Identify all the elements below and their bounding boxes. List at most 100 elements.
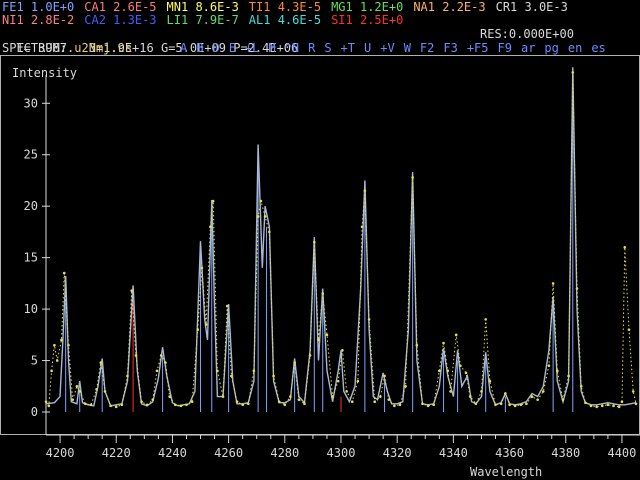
- observed-data-point: [536, 398, 539, 401]
- observed-data-point: [360, 225, 364, 229]
- observed-data-point: [53, 343, 56, 347]
- command-t[interactable]: +T: [341, 41, 355, 55]
- observed-data-point: [168, 395, 171, 398]
- observed-data-point: [474, 402, 478, 406]
- command-m[interactable]: M: [268, 41, 275, 55]
- element-abundance: 1.3E-3: [105, 13, 157, 27]
- observed-data-point: [221, 395, 225, 398]
- command-b[interactable]: B: [196, 41, 203, 55]
- observed-data-point: [120, 403, 124, 407]
- observed-data-point: [393, 404, 396, 408]
- observed-data-point: [415, 343, 419, 347]
- observed-data-point: [130, 289, 133, 292]
- element-abundance: 7.9E-7: [188, 13, 239, 27]
- element-abundance: 2.8E-2: [23, 13, 75, 27]
- observed-data-point: [173, 403, 177, 407]
- observed-data-point: [225, 304, 229, 308]
- observed-data-point: [256, 215, 260, 218]
- y-tick-label: 30: [24, 96, 38, 110]
- observed-data-point: [432, 403, 436, 407]
- element-abundance: 4.6E-5: [270, 13, 322, 27]
- element-al1: AL1 4.6E-5: [249, 13, 321, 27]
- command-u[interactable]: U: [364, 41, 371, 55]
- observed-data-point: [387, 398, 391, 401]
- x-axis-label: Wavelength: [470, 465, 542, 479]
- element-name: CA2: [84, 13, 106, 27]
- element-ca1: CA1 2.6E-5: [84, 0, 156, 14]
- observed-data-point: [303, 402, 306, 406]
- element-name: MN1: [166, 0, 189, 14]
- observed-data-point: [551, 282, 555, 285]
- observed-data-point: [263, 215, 267, 218]
- element-fe1: FE1 1.0E+0: [2, 0, 74, 14]
- resolution-readout: RES:0.000E+00: [480, 27, 574, 41]
- observed-data-point: [67, 343, 70, 347]
- element-abundance: 3.0E-3: [517, 0, 568, 14]
- element-abundances-row-2: NI1 2.8E-2 CA2 1.3E-3 LI1 7.9E-7 AL1 4.6E-5…: [2, 13, 413, 27]
- observed-data-point: [519, 403, 523, 407]
- element-abundances-row-1: FE1 1.0E+0 CA1 2.6E-5 MN1 8.6E-3 TI1 4.3E-5…: [2, 0, 578, 14]
- observed-data-point: [631, 390, 635, 393]
- observed-data-point: [488, 379, 492, 383]
- command-f9[interactable]: F9: [498, 41, 512, 55]
- element-mg1: MG1 1.2E+0: [331, 0, 403, 14]
- command-ar[interactable]: ar: [521, 41, 535, 55]
- observed-data-point: [55, 359, 59, 362]
- command-w[interactable]: W: [404, 41, 411, 55]
- command-f3[interactable]: F3: [443, 41, 457, 55]
- command-l[interactable]: +L: [245, 41, 259, 55]
- y-tick-label: 5: [31, 354, 38, 368]
- spectrum-chart: Intensity Wavelength 051015202530 4200 42…: [0, 55, 640, 479]
- command-pg[interactable]: pg: [544, 41, 558, 55]
- observed-data-point: [398, 403, 402, 407]
- command-s[interactable]: S: [324, 41, 331, 55]
- observed-data-point: [159, 354, 163, 357]
- observed-data-point: [336, 379, 340, 383]
- observed-data-point: [47, 404, 51, 408]
- spectrum-label: SPECTRUM:: [2, 41, 68, 55]
- observed-data-point: [556, 369, 559, 373]
- observed-data-point: [252, 369, 256, 373]
- command-n[interactable]: ^N: [285, 41, 299, 55]
- spectrum-filename: u23mj.cs: [74, 41, 133, 55]
- observed-data-point: [627, 328, 631, 331]
- x-tick-label: 4380: [551, 446, 580, 460]
- observed-data-point: [331, 395, 334, 398]
- element-li1: LI1 7.9E-7: [167, 13, 239, 27]
- observed-data-point: [44, 400, 48, 404]
- x-tick-label: 4280: [270, 446, 299, 460]
- observed-data-point: [190, 400, 194, 404]
- observed-data-point: [321, 292, 325, 295]
- x-tick-label: 4240: [158, 446, 187, 460]
- command-v[interactable]: +V: [380, 41, 394, 55]
- observed-data-point: [103, 390, 107, 393]
- command-f5[interactable]: +F5: [467, 41, 489, 55]
- command-en[interactable]: en: [568, 41, 582, 55]
- observed-data-point: [211, 199, 215, 203]
- x-tick-label: 4320: [383, 446, 412, 460]
- x-tick-label: 4200: [46, 446, 75, 460]
- y-tick-label: 20: [24, 199, 38, 213]
- observed-data-point: [62, 271, 66, 275]
- x-tick-label: 4300: [327, 446, 356, 460]
- observed-data-point: [404, 384, 407, 388]
- command-r[interactable]: R: [308, 41, 315, 55]
- observed-data-point: [246, 402, 250, 406]
- x-tick-label: 4260: [214, 446, 243, 460]
- command-f2[interactable]: F2: [420, 41, 434, 55]
- command-d[interactable]: D: [212, 41, 219, 55]
- observed-data-point: [579, 384, 583, 388]
- observed-data-point: [109, 404, 112, 408]
- observed-data-point: [78, 390, 82, 393]
- command-es[interactable]: es: [591, 41, 605, 55]
- observed-data-point: [308, 354, 312, 357]
- element-name: NA1: [413, 0, 436, 14]
- command-a[interactable]: A: [180, 41, 187, 55]
- command-menu: A B D E +L M ^N R S +T U +V W F2 F3 +F5 F9 ar pg en es: [180, 41, 615, 55]
- observed-data-point: [561, 398, 565, 401]
- element-si1: SI1 2.5E+0: [331, 13, 403, 27]
- observed-data-point: [126, 374, 129, 378]
- element-na1: NA1 2.2E-3: [413, 0, 485, 14]
- element-name: NI1: [2, 13, 24, 27]
- command-e[interactable]: E: [229, 41, 236, 55]
